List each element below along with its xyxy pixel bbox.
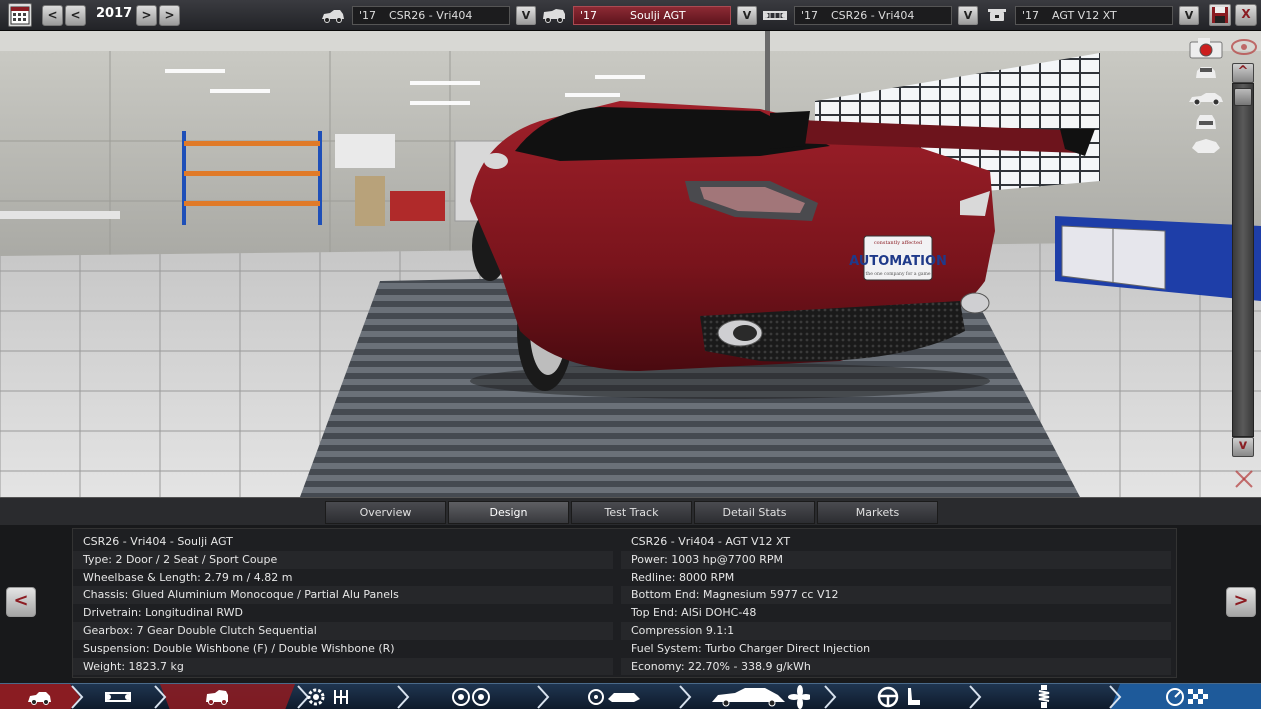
zoom-scrollbar[interactable] (1232, 83, 1254, 437)
scroll-down-button[interactable]: v (1232, 437, 1254, 457)
summary-content: CSR26 - Vri404 - Soulji AGT Type: 2 Door… (72, 528, 1177, 678)
suspension-icon[interactable] (1032, 684, 1056, 709)
app-window: < < 2017 > > '17 CSR26 - Vri404 V '17 Soul… (0, 0, 1261, 709)
plate-bottom-text: the one company for a game (866, 271, 931, 277)
aero-icon[interactable] (710, 684, 810, 709)
chassis-select[interactable]: '17 CSR26 - Vri404 (794, 6, 952, 25)
chassis-icon[interactable] (104, 684, 132, 709)
car-model-select[interactable]: '17 CSR26 - Vri404 (352, 6, 510, 25)
year-label: 2017 (96, 6, 133, 21)
calendar-icon[interactable] (8, 3, 32, 27)
engine-icon (988, 9, 1006, 21)
engine-info-row: Bottom End: Magnesium 5977 cc V12 (621, 586, 1171, 605)
engine-info-row: CSR26 - Vri404 - AGT V12 XT (631, 535, 791, 548)
car-info-row: Drivetrain: Longitudinal RWD (83, 606, 243, 620)
view-toggle-icon[interactable] (1231, 38, 1257, 56)
car-info-row: Type: 2 Door / 2 Seat / Sport Coupe (73, 550, 613, 569)
engine-select[interactable]: '17 AGT V12 XT (1015, 6, 1173, 25)
car-info-row: Gearbox: 7 Gear Double Clutch Sequential (73, 621, 613, 640)
car-info-row: CSR26 - Vri404 - Soulji AGT (83, 535, 233, 548)
car-info-row: Wheelbase & Length: 2.79 m / 4.82 m (83, 570, 293, 584)
scroll-up-button[interactable]: ^ (1232, 63, 1254, 83)
trim-select[interactable]: '17 Soulji AGT (573, 6, 731, 25)
year-prev-prev-button[interactable]: < (42, 5, 63, 26)
tab-detail-stats[interactable]: Detail Stats (694, 501, 815, 524)
engine-info-row: Fuel System: Turbo Charger Direct Inject… (631, 641, 871, 655)
fixture-icon[interactable] (586, 684, 642, 709)
year-next-button[interactable]: > (136, 5, 157, 26)
car-body-icon (322, 10, 344, 23)
chassis-icon (763, 11, 787, 20)
tab-design[interactable]: Design (448, 501, 569, 524)
year-next-next-button[interactable]: > (159, 5, 180, 26)
panel-next-button[interactable]: > (1226, 587, 1256, 617)
car-rear-view-icon[interactable] (1194, 112, 1218, 132)
screenshot-camera-icon[interactable] (1188, 36, 1224, 60)
car-front-view-icon[interactable] (1194, 64, 1218, 82)
summary-panel: < CSR26 - Vri404 - Soulji AGT Type: 2 Do… (0, 525, 1261, 683)
wheels-icon[interactable] (450, 684, 494, 709)
car-3d-view[interactable]: constantly affected AUTOMATION the one c… (0, 31, 1261, 497)
engine-dropdown[interactable]: V (1179, 6, 1199, 25)
plate-text: AUTOMATION (849, 254, 947, 269)
engine-info-row: Power: 1003 hp@7700 RPM (621, 550, 1171, 569)
engine-summary-column: CSR26 - Vri404 - AGT V12 XT Power: 1003 … (621, 533, 1171, 676)
year-prev-button[interactable]: < (65, 5, 86, 26)
car-model-dropdown[interactable]: V (516, 6, 536, 25)
car-side-view-icon[interactable] (1188, 90, 1224, 106)
top-toolbar: < < 2017 > > '17 CSR26 - Vri404 V '17 Soul… (0, 0, 1261, 31)
plate-top-text: constantly affected (874, 240, 923, 246)
design-stage-nav (0, 683, 1261, 709)
tab-test-track[interactable]: Test Track (571, 501, 692, 524)
engine-info-row: Compression 9.1:1 (621, 621, 1171, 640)
car-icon[interactable] (26, 684, 52, 709)
close-button[interactable]: X (1235, 4, 1257, 26)
test-icon[interactable] (1164, 684, 1214, 709)
car-info-row: Weight: 1823.7 kg (73, 657, 613, 676)
tab-overview[interactable]: Overview (325, 501, 446, 524)
save-icon[interactable] (1209, 4, 1231, 26)
car-trim-icon (543, 9, 565, 23)
detail-tab-bar: Overview Design Test Track Detail Stats … (0, 497, 1261, 525)
engine-info-row: Top End: AlSi DOHC-48 (631, 606, 757, 620)
car-iso-view-icon[interactable] (1190, 136, 1222, 156)
interior-icon[interactable] (876, 684, 926, 709)
engine-gear-icon[interactable] (305, 684, 355, 709)
engine-info-row: Economy: 22.70% - 338.9 g/kWh (621, 657, 1171, 676)
garage-scene: constantly affected AUTOMATION the one c… (0, 31, 1261, 497)
car-info-row: Chassis: Glued Aluminium Monocoque / Par… (73, 586, 613, 605)
car-summary-column: CSR26 - Vri404 - Soulji AGT Type: 2 Door… (73, 533, 613, 676)
tab-markets[interactable]: Markets (817, 501, 938, 524)
trim-dropdown[interactable]: V (737, 6, 757, 25)
body-icon[interactable] (204, 684, 230, 709)
panel-prev-button[interactable]: < (6, 587, 36, 617)
zoom-scrollbar-thumb[interactable] (1234, 88, 1252, 106)
reset-view-icon[interactable] (1233, 468, 1255, 490)
car-info-row: Suspension: Double Wishbone (F) / Double… (83, 641, 395, 655)
engine-info-row: Redline: 8000 RPM (631, 570, 735, 584)
chassis-dropdown[interactable]: V (958, 6, 978, 25)
